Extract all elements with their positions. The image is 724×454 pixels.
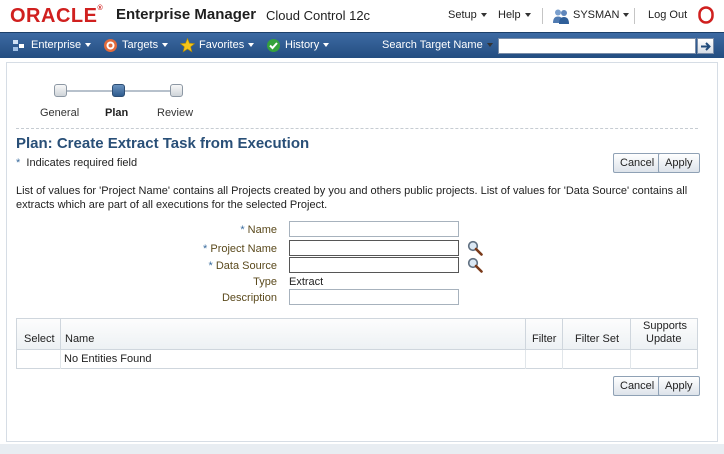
search-target-selector[interactable]: Search Target Name xyxy=(382,39,493,51)
search-input[interactable] xyxy=(498,38,696,54)
chevron-down-icon xyxy=(480,13,487,18)
column-header-supports-update[interactable]: Supports Update xyxy=(631,319,697,350)
chevron-down-icon xyxy=(85,43,92,48)
enterprise-menu[interactable]: Enterprise xyxy=(31,39,92,51)
train-label-plan: Plan xyxy=(105,107,129,119)
data-source-field[interactable] xyxy=(289,257,459,273)
chevron-down-icon xyxy=(524,13,531,18)
cancel-button-bottom[interactable]: Cancel xyxy=(613,376,662,396)
description-field[interactable] xyxy=(289,289,459,305)
column-header-filter[interactable]: Filter xyxy=(526,319,563,350)
project-name-label: * Project Name xyxy=(203,243,277,255)
info-text: List of values for 'Project Name' contai… xyxy=(16,185,688,211)
table-cell xyxy=(563,350,631,369)
targets-icon xyxy=(104,39,117,52)
empty-message: No Entities Found xyxy=(61,350,526,369)
enterprise-icon xyxy=(13,40,24,51)
type-label: Type xyxy=(253,276,277,288)
favorites-menu[interactable]: Favorites xyxy=(199,39,255,51)
chevron-down-icon xyxy=(486,43,493,48)
page-title: Plan: Create Extract Task from Execution xyxy=(16,135,310,152)
user-menu[interactable]: SYSMAN xyxy=(573,9,630,21)
chevron-down-icon xyxy=(162,43,169,48)
product-title: Enterprise Manager xyxy=(116,6,257,23)
chevron-down-icon xyxy=(248,43,255,48)
history-icon xyxy=(267,39,280,52)
train-stop-plan xyxy=(112,84,125,97)
history-menu[interactable]: History xyxy=(285,39,330,51)
type-value: Extract xyxy=(289,276,324,288)
oracle-logo: ORACLE® xyxy=(10,5,104,27)
required-note: * Indicates required field xyxy=(16,157,138,169)
train-label-general[interactable]: General xyxy=(40,107,79,119)
divider xyxy=(634,8,635,24)
targets-menu[interactable]: Targets xyxy=(122,39,169,51)
table-cell xyxy=(526,350,563,369)
logout-link[interactable]: Log Out xyxy=(648,9,687,21)
entities-table: Select Name Filter Filter Set Supports U… xyxy=(16,318,698,369)
global-navigation: Enterprise Targets Favorites History Sea… xyxy=(0,32,724,58)
arrow-right-icon xyxy=(701,42,711,51)
apply-button[interactable]: Apply xyxy=(658,153,700,173)
search-icon[interactable] xyxy=(467,257,483,273)
chevron-down-icon xyxy=(323,43,330,48)
branding-bar: ORACLE® Enterprise Manager Cloud Control… xyxy=(0,0,724,32)
search-go-button[interactable] xyxy=(697,38,714,54)
train-stop-general[interactable] xyxy=(54,84,67,97)
apply-button-bottom[interactable]: Apply xyxy=(658,376,700,396)
data-source-label: * Data Source xyxy=(208,260,278,272)
help-menu[interactable]: Help xyxy=(498,9,531,21)
train-stop-review[interactable] xyxy=(170,84,183,97)
column-header-select[interactable]: Select xyxy=(17,319,61,350)
table-cell xyxy=(17,350,61,369)
divider xyxy=(542,8,543,24)
name-field[interactable] xyxy=(289,221,459,237)
user-icon xyxy=(553,9,569,24)
setup-menu[interactable]: Setup xyxy=(448,9,487,21)
page-footer-strip xyxy=(0,444,724,454)
project-name-field[interactable] xyxy=(289,240,459,256)
separator xyxy=(16,128,698,129)
search-icon[interactable] xyxy=(467,240,483,256)
table-cell xyxy=(631,350,697,369)
oracle-help-icon[interactable] xyxy=(698,6,714,24)
product-edition: Cloud Control 12c xyxy=(266,8,371,23)
description-label: Description xyxy=(221,292,277,304)
cancel-button[interactable]: Cancel xyxy=(613,153,662,173)
chevron-down-icon xyxy=(623,13,630,18)
name-label: * Name xyxy=(240,224,277,236)
column-header-filter-set[interactable]: Filter Set xyxy=(563,319,631,350)
column-header-name[interactable]: Name xyxy=(61,319,526,350)
train-label-review[interactable]: Review xyxy=(157,107,193,119)
star-icon xyxy=(180,38,195,53)
